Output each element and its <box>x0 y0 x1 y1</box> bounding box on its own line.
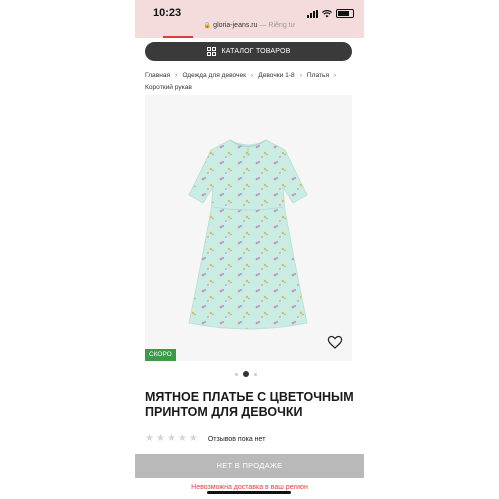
product-image-gallery[interactable] <box>145 95 352 361</box>
home-indicator <box>207 491 291 494</box>
image-pagination <box>235 371 257 377</box>
not-on-sale-button[interactable]: НЕТ В ПРОДАЖЕ <box>135 454 364 478</box>
breadcrumb-item-dresses[interactable]: Платья <box>307 72 329 79</box>
pagination-dot-active[interactable] <box>243 371 249 377</box>
star-icon: ★ <box>166 433 176 444</box>
star-icon: ★ <box>188 433 198 444</box>
chevron-right-icon: › <box>299 72 302 79</box>
reviews-count[interactable]: Отзывов пока нет <box>208 436 266 443</box>
status-badge: СКОРО <box>145 349 176 361</box>
delivery-notice: Невозможна доставка в ваш регион <box>191 484 308 491</box>
grid-icon <box>206 47 216 56</box>
pagination-dot[interactable] <box>254 372 257 376</box>
breadcrumb-item-girls-1-8[interactable]: Девочки 1-8 <box>258 72 294 79</box>
status-time: 10:23 <box>153 7 182 19</box>
star-icon: ★ <box>177 433 187 444</box>
product-title-line: МЯТНОЕ ПЛАТЬЕ С ЦВЕТОЧНЫМ <box>145 390 354 404</box>
signal-icon <box>307 9 318 18</box>
loading-progress <box>163 36 193 38</box>
chevron-right-icon: › <box>334 72 337 79</box>
url-text: gloria-jeans.ru <box>213 22 258 29</box>
battery-icon <box>336 9 354 18</box>
product-title-line: ПРИНТОМ ДЛЯ ДЕВОЧКИ <box>145 405 303 419</box>
product-image <box>188 139 308 330</box>
breadcrumb-item-girls-clothing[interactable]: Одежда для девочек <box>182 72 246 79</box>
breadcrumb-item-short-sleeve[interactable]: Короткий рукав <box>145 84 192 91</box>
mobile-browser-viewport: 10:23 🔒 gloria-jeans.ru — Riêng tư КАТАЛО… <box>135 0 364 499</box>
lock-icon: 🔒 <box>203 23 212 29</box>
star-icon: ★ <box>145 433 154 444</box>
status-icons <box>307 9 354 18</box>
chevron-right-icon: › <box>175 72 178 79</box>
star-icon: ★ <box>155 433 165 444</box>
status-bar: 10:23 🔒 gloria-jeans.ru — Riêng tư <box>135 0 364 38</box>
address-bar[interactable]: 🔒 gloria-jeans.ru — Riêng tư <box>135 22 364 29</box>
private-label: — Riêng tư <box>259 22 296 29</box>
wifi-icon <box>322 9 332 17</box>
catalog-button[interactable]: КАТАЛОГ ТОВАРОВ <box>145 42 352 61</box>
chevron-right-icon: › <box>251 72 254 79</box>
heart-icon[interactable] <box>327 334 343 350</box>
rating-row[interactable]: ★ ★ ★ ★ ★ Отзывов пока нет <box>145 434 265 444</box>
pagination-dot[interactable] <box>235 372 238 376</box>
product-title: МЯТНОЕ ПЛАТЬЕ С ЦВЕТОЧНЫМ ПРИНТОМ ДЛЯ ДЕ… <box>145 390 360 420</box>
catalog-button-label: КАТАЛОГ ТОВАРОВ <box>221 48 291 55</box>
breadcrumb-item-home[interactable]: Главная <box>145 72 170 79</box>
breadcrumb: Главная › Одежда для девочек › Девочки 1-8 › П… <box>145 70 360 94</box>
